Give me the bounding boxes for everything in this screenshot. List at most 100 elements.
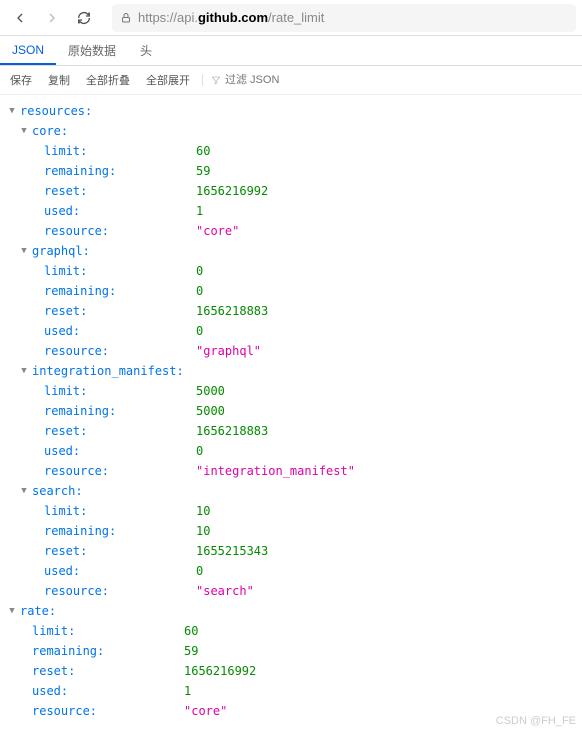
key-used[interactable]: used: [30,681,184,701]
key-remaining[interactable]: remaining: [42,401,196,421]
key-rate[interactable]: rate: [18,601,172,621]
val-used: 0 [196,441,203,461]
json-row: remaining:5000 [4,401,578,421]
val-reset: 1656216992 [196,181,268,201]
val-remaining: 10 [196,521,210,541]
key-resource[interactable]: resource: [42,341,196,361]
key-limit[interactable]: limit: [30,621,184,641]
val-resource: "search" [196,581,254,601]
val-used: 0 [196,321,203,341]
key-limit[interactable]: limit: [42,141,196,161]
key-remaining[interactable]: remaining: [30,641,184,661]
key-remaining[interactable]: remaining: [42,521,196,541]
key-used[interactable]: used: [42,441,196,461]
val-reset: 1656218883 [196,301,268,321]
val-used: 1 [184,681,191,701]
collapse-all-button[interactable]: 全部折叠 [82,70,134,90]
key-limit[interactable]: limit: [42,501,196,521]
val-reset: 1655215343 [196,541,268,561]
twisty-icon[interactable] [18,121,30,141]
key-reset[interactable]: reset: [42,541,196,561]
key-remaining[interactable]: remaining: [42,281,196,301]
tab-headers[interactable]: 头 [128,36,164,65]
key-resource[interactable]: resource: [42,581,196,601]
val-limit: 60 [196,141,210,161]
expand-all-button[interactable]: 全部展开 [142,70,194,90]
reload-button[interactable] [70,4,98,32]
key-reset[interactable]: reset: [42,181,196,201]
val-used: 1 [196,201,203,221]
twisty-icon[interactable] [18,241,30,261]
key-search[interactable]: search: [30,481,184,501]
twisty-icon[interactable] [6,601,18,621]
forward-button [38,4,66,32]
val-limit: 60 [184,621,198,641]
copy-button[interactable]: 复制 [44,70,74,90]
val-resource: "graphql" [196,341,261,361]
json-row: remaining:59 [4,641,578,661]
url-text: https://api.github.com/rate_limit [138,10,568,25]
val-limit: 0 [196,261,203,281]
json-row: used:0 [4,561,578,581]
key-core[interactable]: core: [30,121,184,141]
val-resource: "core" [196,221,239,241]
json-row: limit:0 [4,261,578,281]
json-row: resource:"core" [4,221,578,241]
json-row: reset:1656218883 [4,301,578,321]
tab-raw[interactable]: 原始数据 [56,36,128,65]
arrow-right-icon [44,10,60,26]
key-limit[interactable]: limit: [42,381,196,401]
json-row: limit:60 [4,141,578,161]
key-remaining[interactable]: remaining: [42,161,196,181]
json-row: resource:"core" [4,701,578,721]
tab-json[interactable]: JSON [0,37,56,65]
json-toolbar: 保存 复制 全部折叠 全部展开 [0,66,582,95]
key-resource[interactable]: resource: [42,221,196,241]
json-row: search: [4,481,578,501]
key-used[interactable]: used: [42,201,196,221]
twisty-icon[interactable] [18,361,30,381]
key-integration_manifest[interactable]: integration_manifest: [30,361,184,381]
key-resource[interactable]: resource: [30,701,184,721]
key-resource[interactable]: resource: [42,461,196,481]
filter-icon [211,75,221,85]
json-row: used:1 [4,201,578,221]
key-graphql[interactable]: graphql: [30,241,184,261]
val-remaining: 5000 [196,401,225,421]
key-reset[interactable]: reset: [30,661,184,681]
val-used: 0 [196,561,203,581]
val-remaining: 0 [196,281,203,301]
json-row: used:1 [4,681,578,701]
filter-input[interactable] [225,74,305,86]
browser-navbar: https://api.github.com/rate_limit [0,0,582,36]
arrow-left-icon [12,10,28,26]
key-reset[interactable]: reset: [42,301,196,321]
json-row: reset:1655215343 [4,541,578,561]
key-reset[interactable]: reset: [42,421,196,441]
json-row: reset:1656216992 [4,181,578,201]
lock-icon [120,12,132,24]
key-used[interactable]: used: [42,561,196,581]
json-row: resources: [4,101,578,121]
key-limit[interactable]: limit: [42,261,196,281]
back-button[interactable] [6,4,34,32]
json-row: remaining:59 [4,161,578,181]
json-row: reset:1656216992 [4,661,578,681]
key-used[interactable]: used: [42,321,196,341]
json-row: limit:5000 [4,381,578,401]
url-bar[interactable]: https://api.github.com/rate_limit [112,4,576,32]
json-row: resource:"integration_manifest" [4,461,578,481]
json-row: integration_manifest: [4,361,578,381]
val-reset: 1656218883 [196,421,268,441]
json-row: remaining:10 [4,521,578,541]
filter-group [202,74,305,86]
json-row: remaining:0 [4,281,578,301]
twisty-icon[interactable] [6,101,18,121]
val-limit: 10 [196,501,210,521]
watermark: CSDN @FH_FE [496,715,576,727]
val-resource: "integration_manifest" [196,461,355,481]
twisty-icon[interactable] [18,481,30,501]
val-resource: "core" [184,701,227,721]
save-button[interactable]: 保存 [6,70,36,90]
key-resources[interactable]: resources: [18,101,172,121]
